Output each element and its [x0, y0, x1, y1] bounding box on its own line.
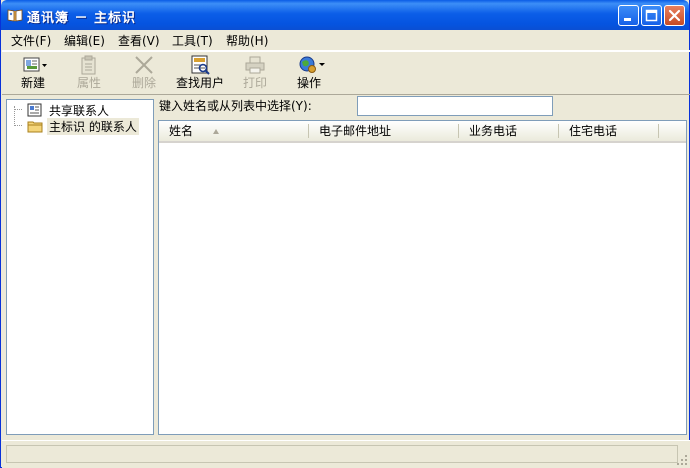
address-book-window: 通讯簿 － 主标识 文件(F) 编辑(E) 查看(V) 工具(T) 帮助(H): [0, 0, 690, 468]
close-button[interactable]: [664, 5, 685, 26]
menu-file[interactable]: 文件(F): [11, 32, 51, 49]
column-header-label: 业务电话: [469, 124, 518, 138]
search-label: 键入姓名或从列表中选择(Y):: [159, 99, 312, 113]
tree-item-label: 共享联系人: [49, 104, 110, 118]
folder-icon: [27, 119, 43, 133]
tree-line: [14, 109, 22, 111]
new-button-label: 新建: [20, 76, 45, 90]
find-people-button-label: 查找用户: [175, 76, 224, 90]
column-header-home-phone[interactable]: 住宅电话: [559, 121, 659, 141]
column-header-name[interactable]: 姓名: [159, 121, 309, 141]
column-header-business-phone[interactable]: 业务电话: [459, 121, 559, 141]
tree-line: [14, 125, 22, 127]
tree-item-label: 主标识 的联系人: [47, 118, 139, 135]
maximize-icon: [645, 9, 658, 22]
find-people-icon: [189, 55, 211, 75]
shared-contacts-icon: [27, 103, 43, 117]
contacts-list[interactable]: 姓名 电子邮件地址 业务电话 住宅电话: [158, 120, 687, 435]
delete-button[interactable]: 删除: [122, 52, 166, 94]
print-icon: [244, 55, 266, 75]
status-panel: [6, 445, 678, 463]
print-button-label: 打印: [242, 76, 267, 90]
status-bar: [2, 440, 690, 468]
find-people-button[interactable]: 查找用户: [172, 52, 228, 94]
menu-edit[interactable]: 编辑(E): [64, 32, 105, 49]
minimize-button[interactable]: [618, 5, 639, 26]
column-header-email[interactable]: 电子邮件地址: [309, 121, 459, 141]
column-header-label: 电子邮件地址: [319, 124, 392, 138]
properties-button-label: 属性: [76, 76, 101, 90]
properties-button[interactable]: 属性: [67, 52, 111, 94]
menu-tools[interactable]: 工具(T): [172, 32, 213, 49]
toolbar: 新建 属性 删除 查找用户 打印 操作: [2, 51, 690, 95]
menu-view[interactable]: 查看(V): [118, 32, 160, 49]
window-title: 通讯簿 － 主标识: [27, 11, 137, 26]
menu-help[interactable]: 帮助(H): [226, 32, 268, 49]
title-bar[interactable]: 通讯簿 － 主标识: [1, 0, 689, 30]
delete-button-label: 删除: [131, 76, 156, 90]
minimize-icon: [624, 18, 631, 21]
properties-icon: [78, 55, 100, 75]
column-separator[interactable]: [658, 124, 659, 138]
action-button[interactable]: 操作: [287, 52, 331, 94]
new-button[interactable]: 新建: [10, 52, 56, 94]
delete-icon: [133, 55, 155, 75]
new-contact-icon: [22, 55, 47, 75]
contacts-tree[interactable]: 共享联系人 主标识 的联系人: [6, 99, 154, 435]
menu-bar: 文件(F) 编辑(E) 查看(V) 工具(T) 帮助(H): [2, 30, 690, 51]
close-icon: [668, 9, 681, 22]
search-input[interactable]: [357, 96, 553, 116]
maximize-button[interactable]: [641, 5, 662, 26]
resize-grip-icon[interactable]: [676, 454, 688, 466]
sort-ascending-icon: [213, 129, 219, 134]
address-book-app-icon[interactable]: [7, 7, 23, 23]
print-button[interactable]: 打印: [233, 52, 277, 94]
column-header-label: 住宅电话: [569, 124, 618, 138]
column-header-label: 姓名: [169, 124, 194, 138]
action-button-label: 操作: [296, 76, 321, 90]
action-icon: [298, 55, 325, 75]
list-header: 姓名 电子邮件地址 业务电话 住宅电话: [159, 121, 686, 143]
